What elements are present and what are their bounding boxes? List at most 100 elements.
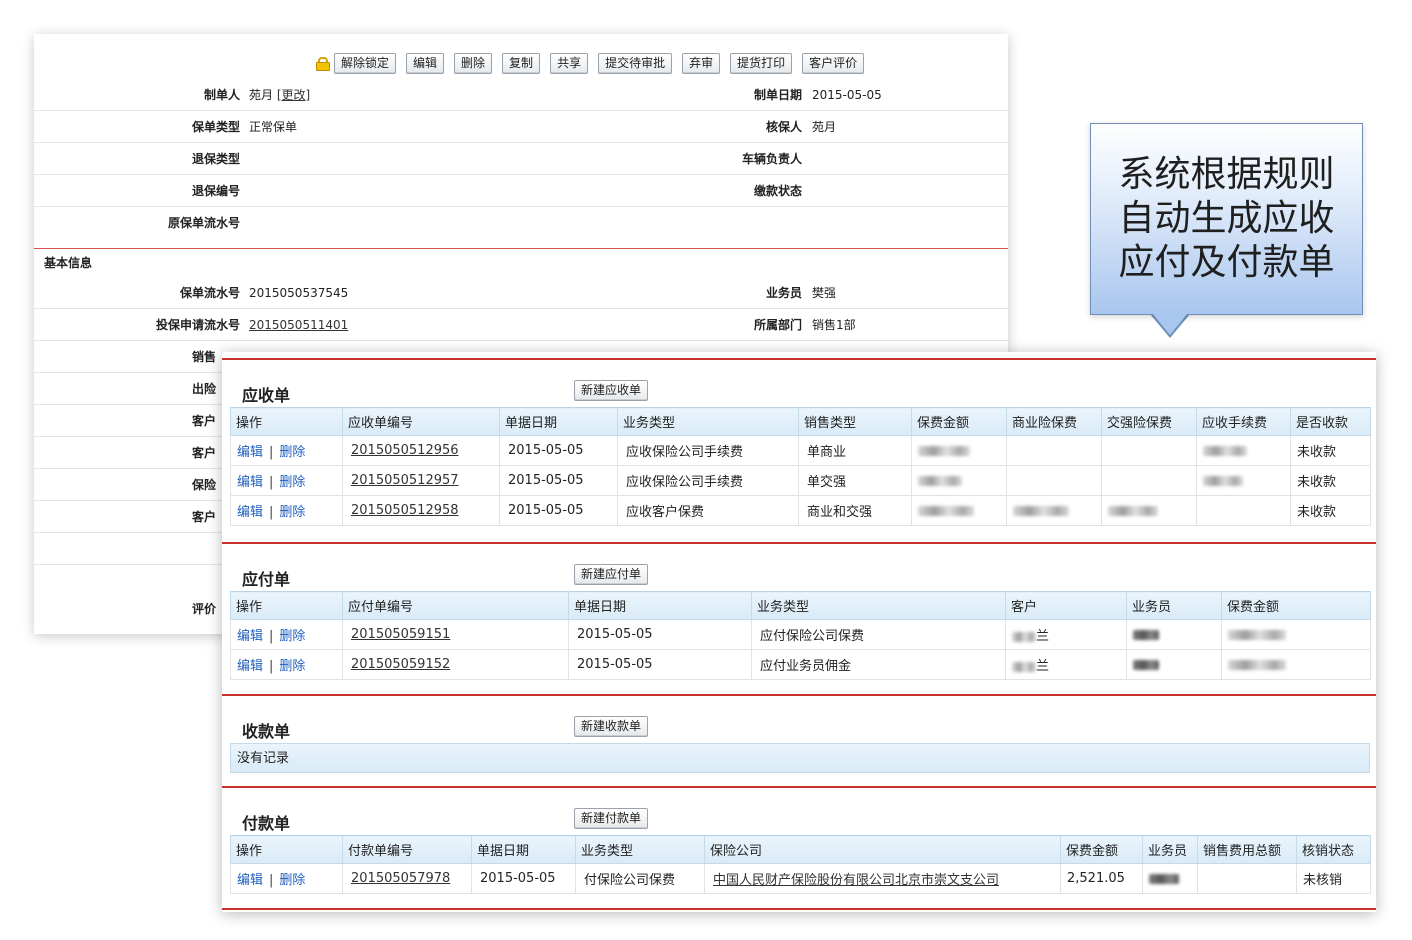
field-label: 保险 <box>191 478 216 492</box>
sale-type-cell: 单交强 <box>798 465 912 496</box>
edit-link[interactable]: 编辑 <box>237 659 263 674</box>
field-label: 制单日期 <box>753 88 802 102</box>
field-row-original-serial: 原保单流水号 <box>34 207 1008 239</box>
submit-approval-button[interactable]: 提交待审批 <box>598 52 673 74</box>
field-label: 出险 <box>191 382 216 396</box>
premium-cell <box>1221 619 1371 650</box>
table-row: 编辑 | 删除 201505059151 2015-05-05 应付保险公司保费 兰 <box>230 619 1371 650</box>
delete-link[interactable]: 删除 <box>279 475 305 490</box>
redacted-value <box>1133 659 1159 670</box>
new-payment-button[interactable]: 新建付款单 <box>574 808 649 829</box>
payable-table: 操作 应付单编号 单据日期 业务类型 客户 业务员 保费金额 编辑 | 删除 201… <box>230 591 1371 680</box>
field-value: 苑月 <box>812 120 837 134</box>
fee-cell <box>1196 465 1291 496</box>
column-header: 业务类型 <box>751 591 1006 620</box>
payment-table: 操作 付款单编号 单据日期 业务类型 保险公司 保费金额 业务员 销售费用总额 … <box>230 835 1371 894</box>
field-label: 评价 <box>191 602 216 616</box>
date-cell: 2015-05-05 <box>499 465 618 496</box>
edit-button[interactable]: 编辑 <box>406 52 445 74</box>
edit-link[interactable]: 编辑 <box>237 475 263 490</box>
delete-link[interactable]: 删除 <box>279 629 305 644</box>
column-header: 单据日期 <box>471 835 576 864</box>
premium-cell <box>911 435 1007 466</box>
column-header: 单据日期 <box>568 591 752 620</box>
commercial-premium-cell <box>1006 465 1102 496</box>
commercial-premium-cell <box>1006 435 1102 466</box>
delete-link[interactable]: 删除 <box>279 873 305 888</box>
redacted-value <box>1012 631 1036 642</box>
business-type-cell: 应付保险公司保费 <box>751 619 1006 650</box>
business-type-cell: 应收客户保费 <box>617 495 799 526</box>
insurance-company-link[interactable]: 中国人民财产保险股份有限公司北京市崇文支公司 <box>713 873 999 888</box>
column-header: 业务类型 <box>575 835 705 864</box>
edit-link[interactable]: 编辑 <box>237 505 263 520</box>
column-header: 应收手续费 <box>1196 407 1291 436</box>
premium-cell <box>911 495 1007 526</box>
customer-cell: 兰 <box>1005 649 1127 680</box>
actions-cell: 编辑 | 删除 <box>230 619 343 650</box>
column-header: 应收单编号 <box>342 407 500 436</box>
column-header: 保费金额 <box>911 407 1007 436</box>
receivable-section: 应收单 新建应收单 操作 应收单编号 单据日期 业务类型 销售类型 保费金额 商… <box>222 358 1376 542</box>
separator: | <box>269 445 274 460</box>
field-label: 退保编号 <box>191 184 240 198</box>
change-creator-link[interactable]: [更改] <box>277 88 310 102</box>
field-label: 制单人 <box>203 88 240 102</box>
delete-link[interactable]: 删除 <box>279 445 305 460</box>
column-header: 业务员 <box>1126 591 1222 620</box>
delete-button[interactable]: 删除 <box>454 52 493 74</box>
column-header: 保费金额 <box>1060 835 1143 864</box>
field-label: 销售 <box>191 350 216 364</box>
delete-link[interactable]: 删除 <box>279 659 305 674</box>
field-label: 原保单流水号 <box>167 216 240 230</box>
edit-link[interactable]: 编辑 <box>237 629 263 644</box>
receivable-id-link[interactable]: 2015050512958 <box>351 503 459 518</box>
empty-state: 没有记录 <box>230 743 1370 773</box>
field-label: 车辆负责人 <box>741 152 802 166</box>
field-label: 保单类型 <box>191 120 240 134</box>
receivable-id-link[interactable]: 2015050512956 <box>351 443 459 458</box>
section-title: 收款单 <box>242 722 291 741</box>
new-payable-button[interactable]: 新建应付单 <box>574 564 649 585</box>
redacted-value <box>1012 661 1036 672</box>
table-row: 编辑 | 删除 201505059152 2015-05-05 应付业务员佣金 兰 <box>230 649 1371 680</box>
fee-cell <box>1196 495 1291 526</box>
print-delivery-button[interactable]: 提货打印 <box>730 52 793 74</box>
edit-link[interactable]: 编辑 <box>237 873 263 888</box>
field-row-policy-type: 保单类型 正常保单 核保人 苑月 <box>34 111 1008 143</box>
redacted-value <box>1108 505 1158 516</box>
edit-link[interactable]: 编辑 <box>237 445 263 460</box>
field-label: 投保申请流水号 <box>155 318 240 332</box>
payable-id-link[interactable]: 201505059152 <box>351 657 450 672</box>
copy-button[interactable]: 复制 <box>502 52 541 74</box>
abandon-review-button[interactable]: 弃审 <box>682 52 721 74</box>
field-value: 苑月 [更改] <box>249 88 311 102</box>
payment-id-link[interactable]: 201505057978 <box>351 871 450 886</box>
compulsory-premium-cell <box>1101 435 1197 466</box>
unlock-button[interactable]: 解除锁定 <box>334 52 397 74</box>
payable-id-link[interactable]: 201505059151 <box>351 627 450 642</box>
field-label: 缴款状态 <box>753 184 802 198</box>
redacted-value <box>1228 659 1286 670</box>
premium-cell <box>1221 649 1371 680</box>
redacted-value <box>1013 505 1069 516</box>
share-button[interactable]: 共享 <box>550 52 589 74</box>
field-label: 业务员 <box>765 286 802 300</box>
separator: | <box>269 659 274 674</box>
column-header: 操作 <box>230 835 343 864</box>
delete-link[interactable]: 删除 <box>279 505 305 520</box>
receivable-id-link[interactable]: 2015050512957 <box>351 473 459 488</box>
redacted-value <box>1228 629 1286 640</box>
column-header: 交强险保费 <box>1101 407 1197 436</box>
compulsory-premium-cell <box>1101 495 1197 526</box>
fee-cell <box>1196 435 1291 466</box>
field-label: 客户 <box>191 446 216 460</box>
application-serial-link[interactable]: 2015050511401 <box>249 309 348 341</box>
new-receivable-button[interactable]: 新建应收单 <box>574 380 649 401</box>
premium-cell <box>911 465 1007 496</box>
field-row-creator: 制单人 苑月 [更改] 制单日期 2015-05-05 <box>34 79 1008 111</box>
field-value: 樊强 <box>812 286 837 300</box>
customer-review-button[interactable]: 客户评价 <box>802 52 865 74</box>
new-receipt-button[interactable]: 新建收款单 <box>574 716 649 737</box>
column-header: 销售费用总额 <box>1197 835 1297 864</box>
